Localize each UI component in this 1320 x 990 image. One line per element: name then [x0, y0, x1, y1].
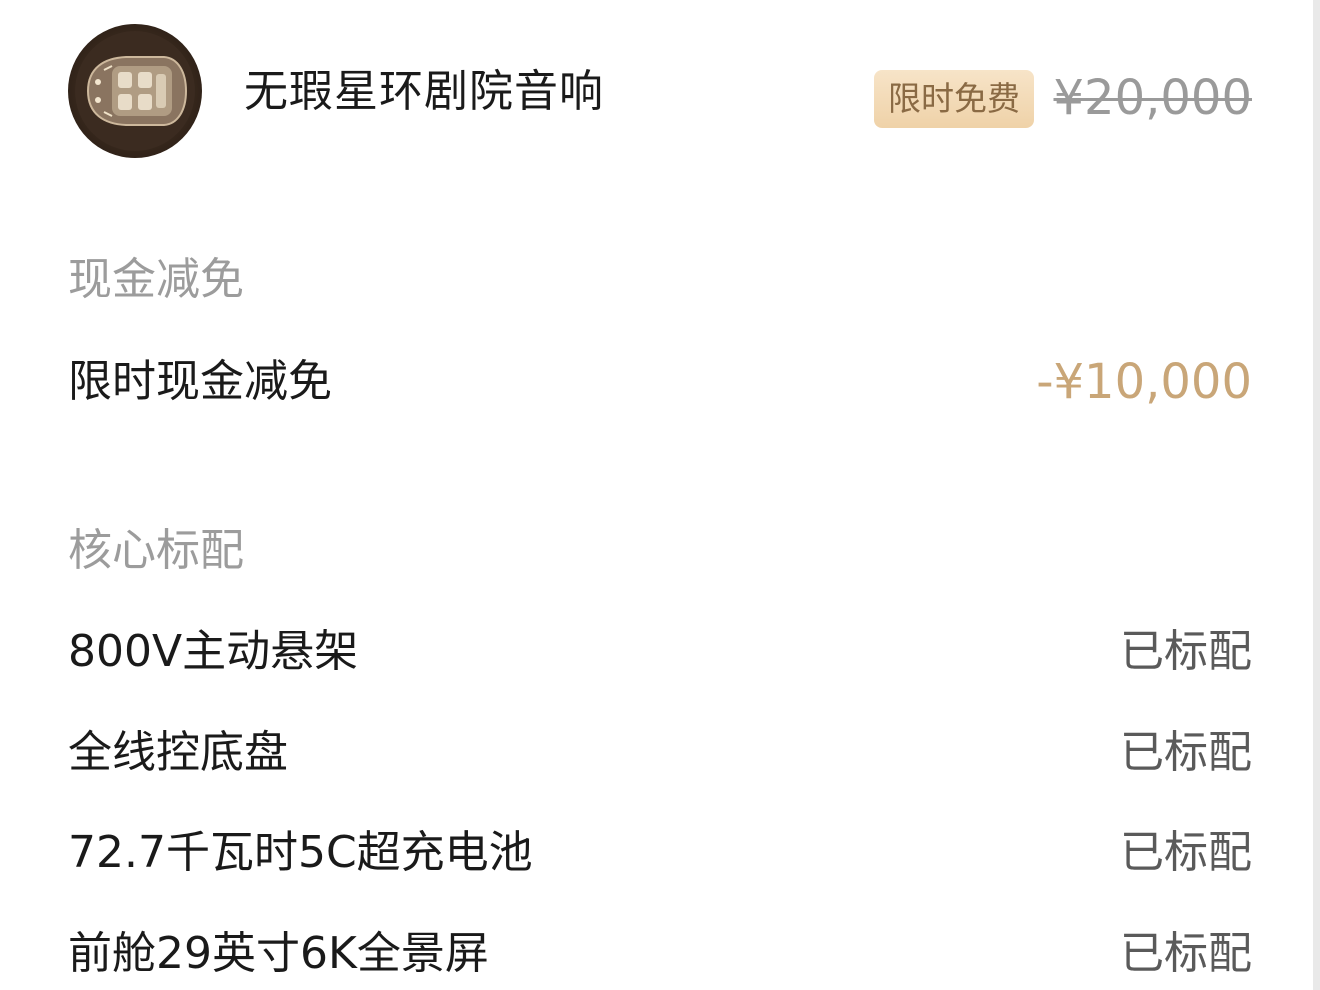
limited-free-badge: 限时免费 [874, 70, 1034, 128]
scroll-edge [1313, 0, 1320, 990]
section-title-cash-discount: 现金减免 [68, 254, 244, 305]
feature-row: 全线控底盘 已标配 [68, 723, 1252, 783]
feature-row: 72.7千瓦时5C超充电池 已标配 [68, 823, 1252, 883]
cash-discount-row: 限时现金减免 -¥10,000 [68, 352, 1252, 412]
feature-status: 已标配 [1120, 626, 1252, 677]
car-interior-thumbnail-icon [68, 24, 202, 158]
product-name: 无瑕星环剧院音响 [244, 66, 604, 117]
feature-row: 800V主动悬架 已标配 [68, 622, 1252, 682]
feature-label: 全线控底盘 [68, 727, 288, 778]
feature-label: 前舱29英寸6K全景屏 [68, 928, 489, 979]
feature-status: 已标配 [1120, 827, 1252, 878]
feature-status: 已标配 [1120, 727, 1252, 778]
cash-discount-value: -¥10,000 [1036, 354, 1252, 410]
feature-label: 72.7千瓦时5C超充电池 [68, 827, 533, 878]
price-breakdown-page: 无瑕星环剧院音响 限时免费 ¥20,000 现金减免 限时现金减免 -¥10,0… [0, 0, 1320, 990]
feature-row: 前舱29英寸6K全景屏 已标配 [68, 924, 1252, 984]
feature-status: 已标配 [1120, 928, 1252, 979]
original-price: ¥20,000 [1053, 70, 1253, 126]
cash-discount-label: 限时现金减免 [68, 356, 332, 407]
feature-label: 800V主动悬架 [68, 626, 359, 677]
section-title-core-features: 核心标配 [68, 525, 244, 576]
product-row[interactable]: 无瑕星环剧院音响 限时免费 ¥20,000 [68, 24, 1252, 158]
